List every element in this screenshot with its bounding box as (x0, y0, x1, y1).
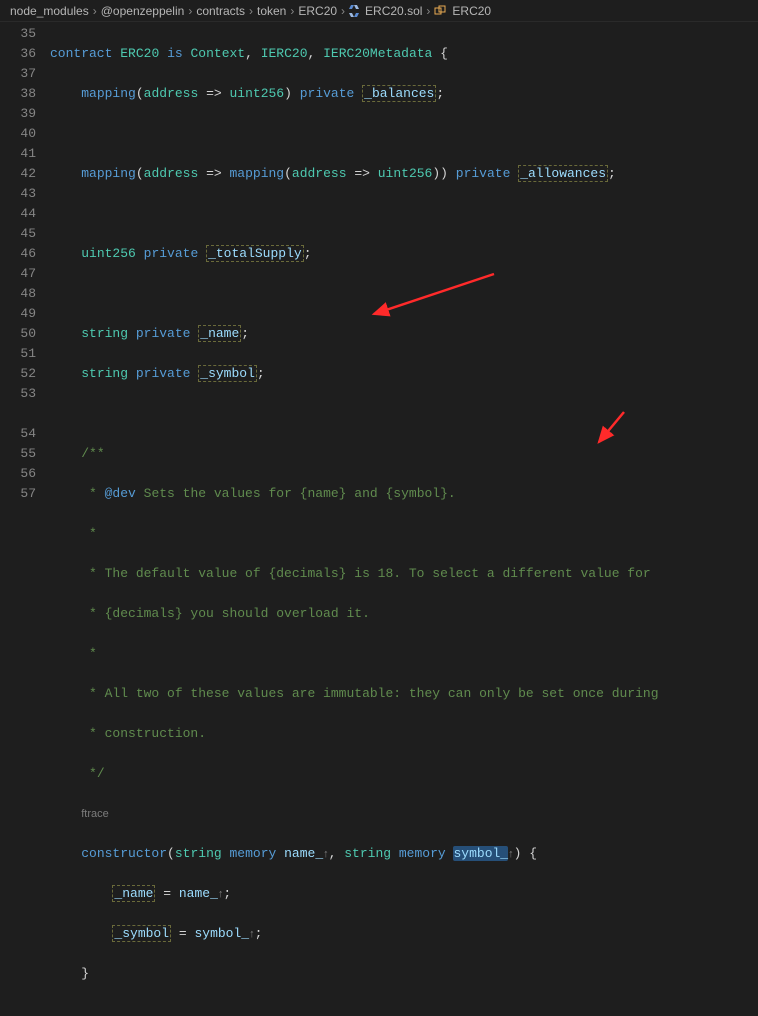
line-number: 38 (0, 84, 36, 104)
code-line[interactable]: constructor(string memory name_↑, string… (50, 844, 758, 864)
line-number: 46 (0, 244, 36, 264)
code-line[interactable]: string private _symbol; (50, 364, 758, 384)
gutter: 35 36 37 38 39 40 41 42 43 44 45 46 47 4… (0, 22, 44, 508)
editor[interactable]: 35 36 37 38 39 40 41 42 43 44 45 46 47 4… (0, 22, 758, 508)
code-line[interactable]: * All two of these values are immutable:… (50, 684, 758, 704)
chevron-right-icon: › (341, 4, 345, 18)
line-number: 56 (0, 464, 36, 484)
line-number: 54 (0, 424, 36, 444)
code-line[interactable] (50, 284, 758, 304)
class-icon (434, 5, 446, 17)
breadcrumb-seg[interactable]: contracts (196, 4, 245, 18)
code-line[interactable]: uint256 private _totalSupply; (50, 244, 758, 264)
code-line[interactable] (50, 124, 758, 144)
code-line[interactable]: * @dev Sets the values for {name} and {s… (50, 484, 758, 504)
line-number: 36 (0, 44, 36, 64)
breadcrumb[interactable]: node_modules › @openzeppelin › contracts… (0, 0, 758, 22)
line-number: 57 (0, 484, 36, 504)
breadcrumb-seg[interactable]: @openzeppelin (101, 4, 185, 18)
codelens-hint[interactable]: ftrace (50, 804, 758, 824)
line-number: 48 (0, 284, 36, 304)
code-line[interactable] (50, 404, 758, 424)
chevron-right-icon: › (188, 4, 192, 18)
breadcrumb-seg[interactable]: node_modules (10, 4, 89, 18)
line-number: 41 (0, 144, 36, 164)
code-line[interactable]: * The default value of {decimals} is 18.… (50, 564, 758, 584)
line-number: 55 (0, 444, 36, 464)
chevron-right-icon: › (249, 4, 253, 18)
code-line[interactable]: _symbol = symbol_↑; (50, 924, 758, 944)
chevron-right-icon: › (426, 4, 430, 18)
code-line[interactable]: /** (50, 444, 758, 464)
breadcrumb-seg[interactable]: ERC20.sol (365, 4, 422, 18)
solidity-file-icon (349, 5, 359, 17)
code-line[interactable]: _name = name_↑; (50, 884, 758, 904)
code-line[interactable]: contract ERC20 is Context, IERC20, IERC2… (50, 44, 758, 64)
code-line[interactable]: mapping(address => uint256) private _bal… (50, 84, 758, 104)
breadcrumb-seg[interactable]: token (257, 4, 286, 18)
code-line[interactable]: * (50, 644, 758, 664)
line-number: 49 (0, 304, 36, 324)
line-number: 52 (0, 364, 36, 384)
code-line[interactable]: string private _name; (50, 324, 758, 344)
chevron-right-icon: › (93, 4, 97, 18)
line-number: 47 (0, 264, 36, 284)
line-number: 37 (0, 64, 36, 84)
code-line[interactable]: * (50, 524, 758, 544)
breadcrumb-seg-current[interactable]: ERC20 (452, 4, 491, 18)
line-number: 39 (0, 104, 36, 124)
code-line[interactable]: mapping(address => mapping(address => ui… (50, 164, 758, 184)
line-number: 42 (0, 164, 36, 184)
code-line[interactable]: * construction. (50, 724, 758, 744)
code-line[interactable]: * {decimals} you should overload it. (50, 604, 758, 624)
code-line[interactable] (50, 204, 758, 224)
code-line[interactable]: */ (50, 764, 758, 784)
chevron-right-icon: › (290, 4, 294, 18)
line-number: 45 (0, 224, 36, 244)
code-area[interactable]: contract ERC20 is Context, IERC20, IERC2… (44, 22, 758, 508)
breadcrumb-seg[interactable]: ERC20 (298, 4, 337, 18)
line-number: 50 (0, 324, 36, 344)
line-number: 40 (0, 124, 36, 144)
line-number: 51 (0, 344, 36, 364)
code-line[interactable]: } (50, 964, 758, 984)
line-number: 53 (0, 384, 36, 404)
line-number: 44 (0, 204, 36, 224)
line-number: 43 (0, 184, 36, 204)
line-number: 35 (0, 24, 36, 44)
line-number (0, 404, 36, 424)
